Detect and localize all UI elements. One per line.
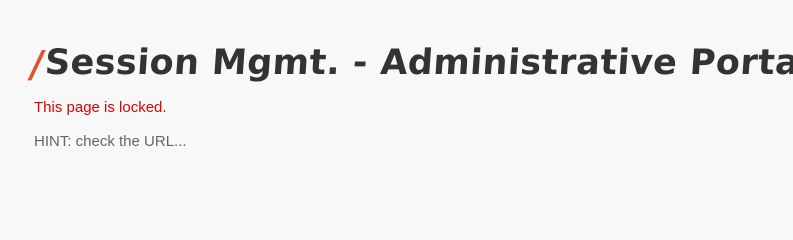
- hint-text: HINT: check the URL...: [34, 133, 187, 150]
- page-title: / Session Mgmt. - Administrative Portals…: [27, 39, 793, 87]
- page-canvas: / Session Mgmt. - Administrative Portals…: [0, 0, 793, 233]
- title-text: Session Mgmt. - Administrative Portals: [43, 43, 793, 84]
- locked-message: This page is locked.: [34, 99, 167, 116]
